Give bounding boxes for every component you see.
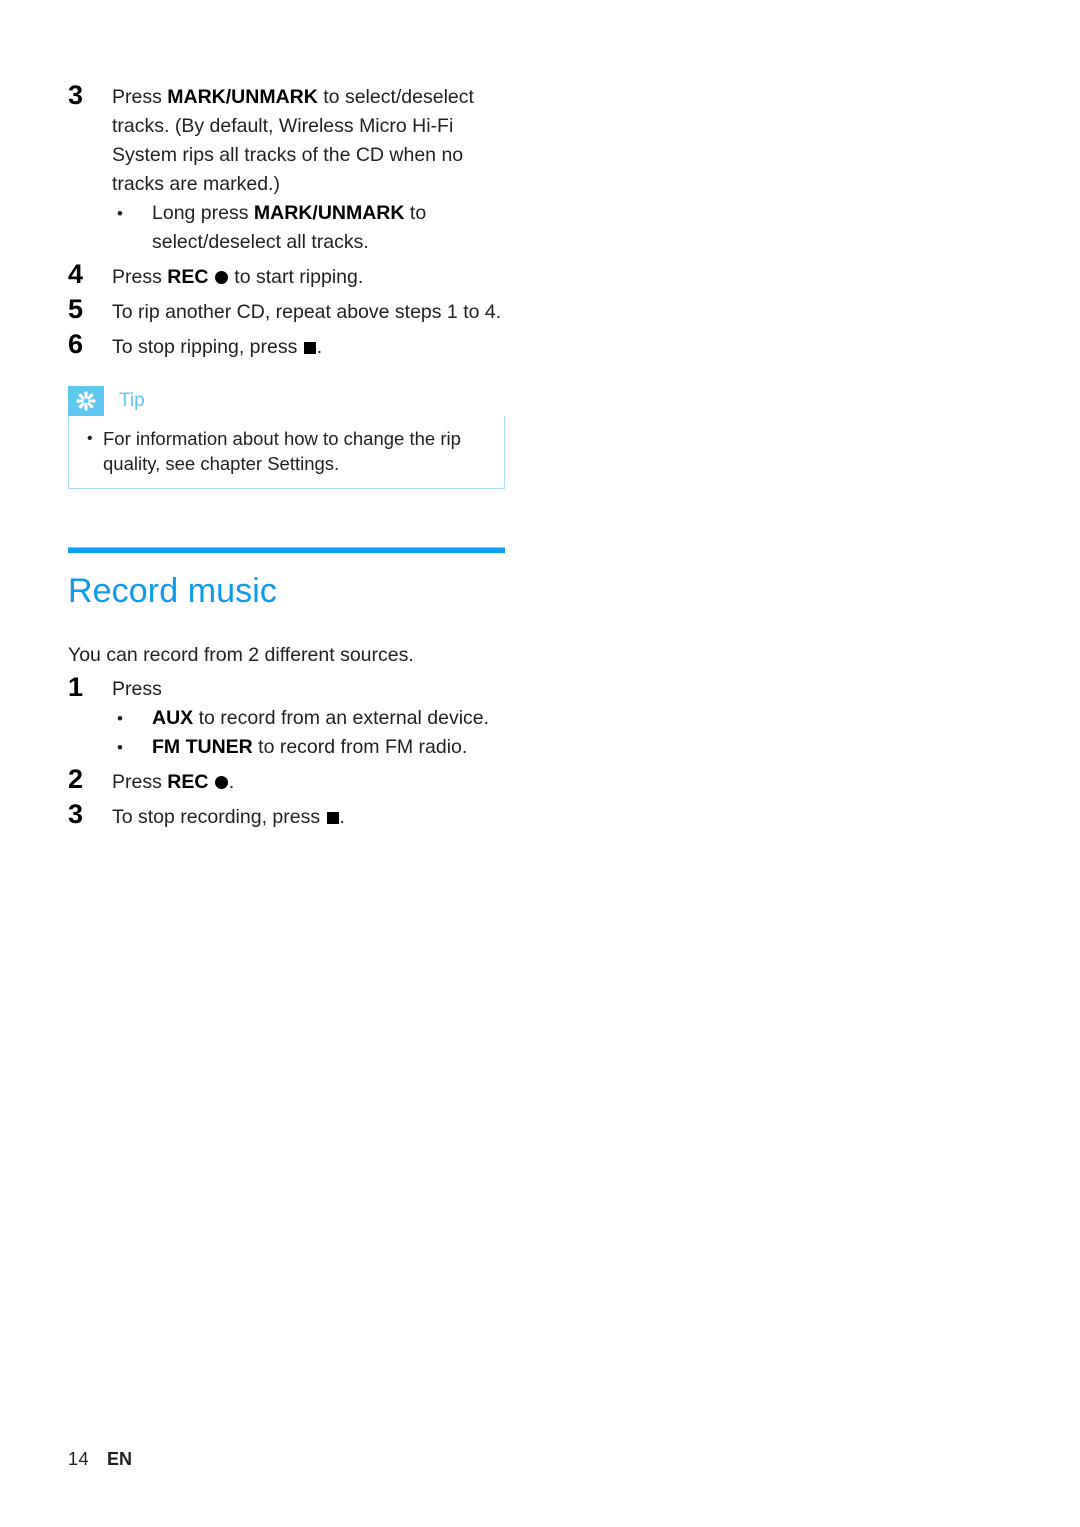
footer-page-number: 14	[68, 1449, 90, 1469]
tip-list-item: • For information about how to change th…	[87, 426, 494, 476]
stop-square-icon	[326, 812, 339, 824]
step-text-part: Press	[112, 771, 168, 793]
step-text-part: Press	[112, 678, 162, 700]
bullet-icon: •	[117, 204, 123, 223]
footer-language: EN	[107, 1449, 133, 1469]
step-sublist: • AUX to record from an external device.…	[112, 704, 508, 762]
step-item: 1 Press • AUX to record from an external…	[68, 672, 508, 762]
section-rule	[68, 547, 505, 553]
step-text-bold: REC	[167, 771, 209, 793]
step-text-part: to start ripping.	[228, 266, 364, 288]
stop-square-icon	[303, 342, 316, 354]
page-title: Record music	[68, 572, 278, 610]
step-text-part: Press	[112, 266, 168, 288]
step-text-part: .	[339, 806, 345, 828]
step-text-part: .	[316, 336, 323, 358]
page-footer: 14 EN	[68, 1448, 132, 1470]
step-item: 2 Press REC .	[68, 764, 508, 797]
step-number: 3	[68, 80, 83, 110]
step-number: 5	[68, 294, 83, 324]
bullet-icon: •	[87, 430, 93, 447]
sub-text-part: to record from FM radio.	[252, 736, 468, 758]
sub-text-bold: MARK/UNMARK	[253, 202, 405, 224]
sub-item: • Long press MARK/UNMARK to select/desel…	[112, 199, 508, 257]
sub-item: • FM TUNER to record from FM radio.	[112, 733, 508, 762]
step-text: To stop recording, press .	[112, 799, 508, 832]
bullet-icon: •	[117, 738, 123, 757]
record-dot-icon	[214, 776, 228, 789]
step-text-part: Press	[112, 86, 168, 108]
step-number: 4	[68, 259, 83, 289]
step-item: 6 To stop ripping, press .	[68, 329, 508, 362]
step-number: 3	[68, 799, 83, 829]
sub-item-text: FM TUNER to record from FM radio.	[152, 733, 508, 762]
tip-box: Tip • For information about how to chang…	[68, 386, 505, 489]
step-text: Press MARK/UNMARK to select/deselect tra…	[112, 80, 508, 257]
step-text-bold: MARK/UNMARK	[167, 86, 318, 108]
tip-label: Tip	[119, 390, 145, 411]
manual-page: 3 Press MARK/UNMARK to select/deselect t…	[0, 0, 1080, 1527]
section-record-music: Record music You can record from 2 diffe…	[68, 547, 508, 832]
step-text: Press REC to start ripping.	[112, 259, 508, 292]
step-text: Press • AUX to record from an external d…	[112, 672, 508, 762]
step-text: To rip another CD, repeat above steps 1 …	[112, 301, 502, 323]
sub-item-text: AUX to record from an external device.	[152, 704, 508, 733]
tip-header: Tip	[68, 386, 505, 416]
bullet-icon: •	[117, 709, 123, 728]
step-text: To stop ripping, press .	[112, 329, 508, 362]
tip-asterisk-icon	[68, 386, 104, 416]
step-item: 5 To rip another CD, repeat above steps …	[68, 294, 508, 327]
sub-text-part: to record from an external device.	[193, 707, 490, 729]
section-intro: You can record from 2 different sources.	[68, 644, 414, 666]
record-dot-icon	[214, 271, 228, 284]
step-number: 6	[68, 329, 83, 359]
page-content: 3 Press MARK/UNMARK to select/deselect t…	[68, 80, 508, 834]
step-sublist: • Long press MARK/UNMARK to select/desel…	[112, 199, 508, 257]
step-item: 4 Press REC to start ripping.	[68, 259, 508, 292]
step-text-bold: REC	[167, 266, 209, 288]
step-number: 2	[68, 764, 83, 794]
step-text: Press REC .	[112, 764, 508, 797]
step-text-part: To stop ripping, press	[112, 336, 303, 358]
step-number: 1	[68, 672, 83, 702]
step-item: 3 Press MARK/UNMARK to select/deselect t…	[68, 80, 508, 257]
step-text-part: To stop recording, press	[112, 806, 326, 828]
sub-item-text: Long press MARK/UNMARK to select/deselec…	[152, 199, 508, 257]
tip-item-text: For information about how to change the …	[103, 428, 461, 474]
sub-text-part: Long press	[152, 202, 254, 224]
step-text-part: .	[228, 771, 235, 793]
sub-text-bold: FM TUNER	[152, 736, 253, 758]
tip-body: • For information about how to change th…	[68, 416, 505, 489]
sub-item: • AUX to record from an external device.	[112, 704, 508, 733]
sub-text-bold: AUX	[152, 707, 194, 729]
step-item: 3 To stop recording, press .	[68, 799, 508, 832]
